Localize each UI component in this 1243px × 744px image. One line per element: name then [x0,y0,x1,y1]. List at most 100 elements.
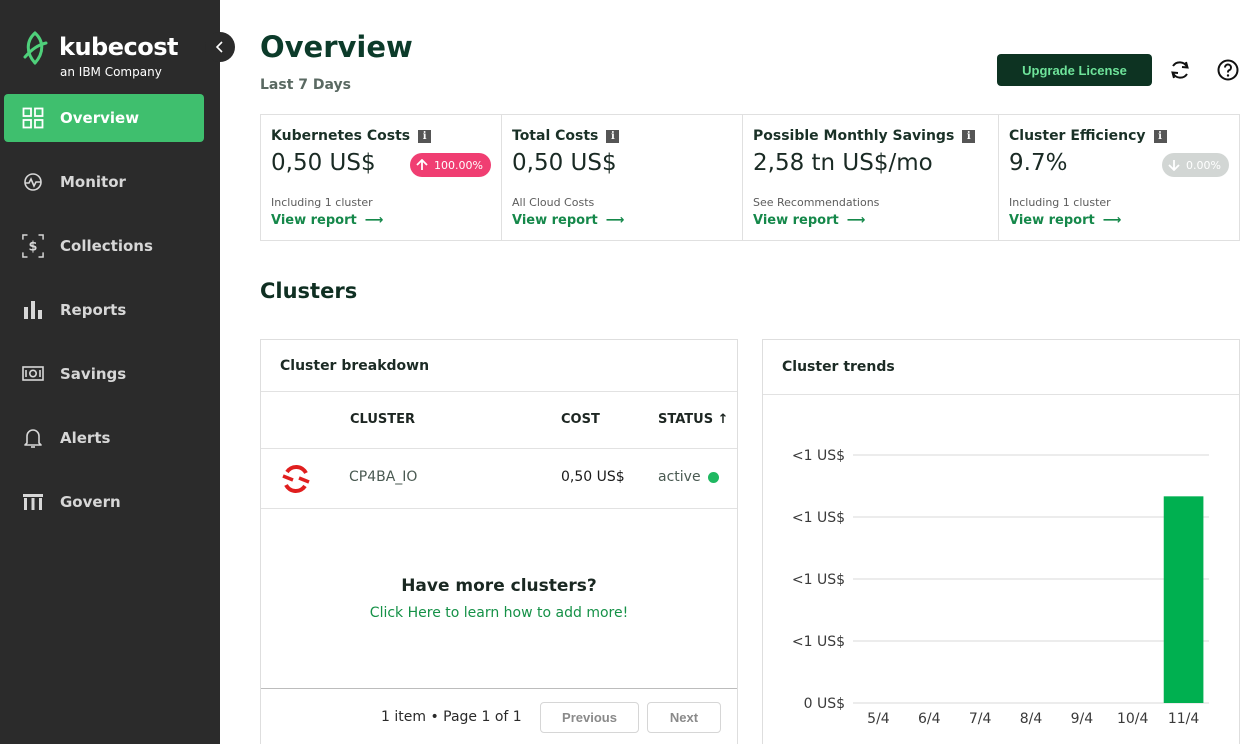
sidebar-item-label: Savings [60,365,127,383]
card-title-text: Kubernetes Costs [271,128,411,144]
govern-icon [22,491,44,513]
card-title-text: Total Costs [512,128,599,144]
sidebar-item-monitor[interactable]: Monitor [4,158,204,206]
collections-icon: $ [22,234,44,258]
column-header-cluster[interactable]: CLUSTER [350,412,415,427]
bar-chart-icon [22,299,44,321]
sidebar-nav: Overview Monitor $ Collections Reports S… [4,94,204,542]
cluster-trends-chart: 0 US$ <1 US$ <1 US$ <1 US$ <1 US$ 5/4 6/4 7/4 8/… [792,448,1209,727]
view-report-link[interactable]: View report ⟶ [271,213,383,228]
change-badge: 0.00% [1162,153,1229,177]
upgrade-license-button[interactable]: Upgrade License [997,54,1152,86]
cluster-status: active [658,469,719,485]
sidebar-item-label: Overview [60,109,140,127]
panel-title: Cluster trends [763,340,1239,395]
arrow-right-icon: ⟶ [846,213,866,228]
card-value: 0,50 US$ [512,150,617,176]
card-title: Total Costs i [512,128,732,144]
help-icon [1217,59,1239,81]
arrow-right-icon: ⟶ [1102,213,1122,228]
y-tick-label: <1 US$ [792,634,845,650]
x-tick-label: 5/4 [867,711,890,727]
link-label: View report [271,213,357,228]
info-icon[interactable]: i [1153,129,1167,143]
x-tick-label: 9/4 [1071,711,1094,727]
info-icon[interactable]: i [418,129,432,143]
card-title-text: Possible Monthly Savings [753,128,955,144]
table-row[interactable]: CP4BA_IO 0,50 US$ active [261,449,737,509]
x-tick-label: 8/4 [1020,711,1043,727]
link-label: View report [1009,213,1095,228]
date-range-label[interactable]: Last 7 Days [260,77,351,93]
sidebar-item-label: Reports [60,301,127,319]
card-note: Including 1 cluster [1009,196,1111,209]
y-tick-label: <1 US$ [792,510,845,526]
previous-page-button[interactable]: Previous [540,702,639,733]
kubecost-logo-icon [23,31,48,65]
arrow-right-icon: ⟶ [364,213,384,228]
sidebar-item-label: Govern [60,493,121,511]
card-title: Cluster Efficiency i [1009,128,1229,144]
add-clusters-link[interactable]: Click Here to learn how to add more! [261,605,737,621]
more-clusters-title: Have more clusters? [401,576,597,596]
sidebar-item-label: Monitor [60,173,126,191]
sidebar-item-govern[interactable]: Govern [4,478,204,526]
cluster-cost: 0,50 US$ [561,469,625,485]
card-value: 2,58 tn US$/mo [753,150,933,176]
brand-name: kubecost [59,33,178,61]
info-icon[interactable]: i [606,129,620,143]
cluster-name[interactable]: CP4BA_IO [349,469,417,485]
summary-cards: Kubernetes Costs i 0,50 US$ 100.00% Inclu… [260,114,1240,241]
badge-value: 100.00% [434,158,483,172]
sidebar-collapse-button[interactable] [205,32,235,62]
sidebar-item-label: Alerts [60,429,111,447]
cluster-trends-panel: Cluster trends 0 US$ <1 US$ <1 US$ <1 US$ <1… [762,339,1240,744]
grid-icon [22,107,44,129]
openshift-icon [282,465,310,493]
x-tick-label: 7/4 [969,711,992,727]
sidebar-item-overview[interactable]: Overview [4,94,204,142]
status-text: active [658,469,701,485]
view-report-link[interactable]: View report ⟶ [1009,213,1121,228]
card-title: Possible Monthly Savings i [753,128,988,144]
pagination: 1 item • Page 1 of 1 Previous Next [261,688,737,744]
arrow-right-icon: ⟶ [605,213,625,228]
svg-text:$: $ [29,240,38,255]
column-header-cost[interactable]: COST [561,412,600,427]
info-icon[interactable]: i [962,129,976,143]
card-note: Including 1 cluster [271,196,373,209]
clusters-section-title: Clusters [260,279,358,303]
refresh-icon [1171,61,1189,79]
pagination-info: 1 item • Page 1 of 1 [381,709,522,725]
refresh-button[interactable] [1168,58,1192,82]
next-page-button[interactable]: Next [647,702,721,733]
cluster-breakdown-panel: Cluster breakdown CLUSTER COST STATUS ↑ … [260,339,738,744]
brand-subtitle: an IBM Company [60,65,162,79]
column-header-status[interactable]: STATUS ↑ [658,412,728,427]
y-tick-label: <1 US$ [792,572,845,588]
sidebar-item-label: Collections [60,237,153,255]
kubernetes-costs-card: Kubernetes Costs i 0,50 US$ 100.00% Inclu… [261,115,502,240]
card-note: All Cloud Costs [512,196,595,209]
bar [1163,496,1204,703]
cluster-efficiency-card: Cluster Efficiency i 9.7% 0.00% Including… [999,115,1239,240]
sidebar-item-savings[interactable]: Savings [4,350,204,398]
card-title-text: Cluster Efficiency [1009,128,1146,144]
help-button[interactable] [1216,58,1240,82]
sidebar-item-reports[interactable]: Reports [4,286,204,334]
possible-monthly-savings-card: Possible Monthly Savings i 2,58 tn US$/mo… [743,115,999,240]
link-label: View report [512,213,598,228]
table-header: CLUSTER COST STATUS ↑ [261,392,737,449]
bell-icon [22,427,44,449]
sidebar-item-collections[interactable]: $ Collections [4,222,204,270]
monitor-icon [22,171,44,193]
x-tick-label: 6/4 [918,711,941,727]
view-report-link[interactable]: View report ⟶ [512,213,624,228]
panel-title: Cluster breakdown [261,340,737,392]
page-title: Overview [260,30,413,64]
card-note: See Recommendations [753,196,880,209]
sidebar-item-alerts[interactable]: Alerts [4,414,204,462]
view-report-link[interactable]: View report ⟶ [753,213,865,228]
kubecost-logo[interactable]: kubecost an IBM Company [22,30,202,82]
savings-icon [22,363,44,385]
